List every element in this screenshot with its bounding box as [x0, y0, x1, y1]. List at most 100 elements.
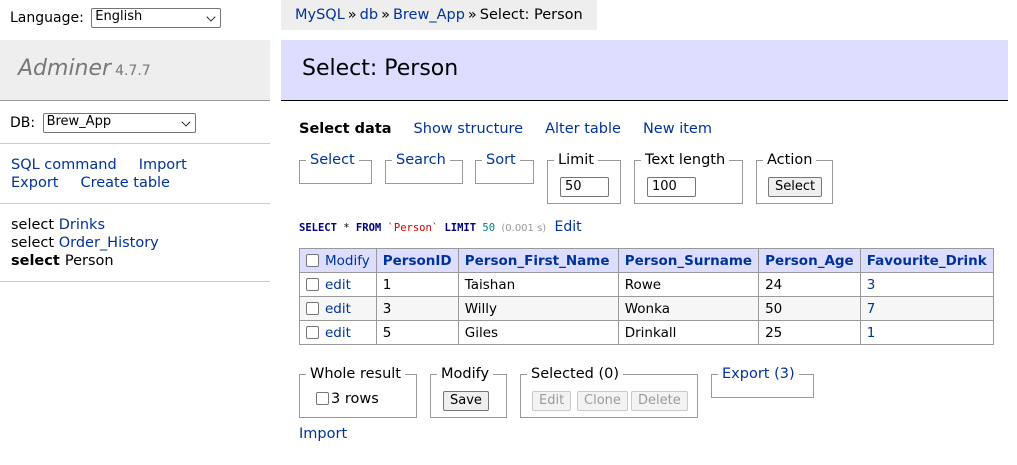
table-name-link[interactable]: Person [65, 253, 114, 269]
select-toggle[interactable]: Select [306, 151, 359, 169]
sort-toggle[interactable]: Sort [482, 151, 520, 169]
table-item-person: select Person [11, 252, 159, 270]
breadcrumb-mysql[interactable]: MySQL [295, 7, 345, 23]
foreign-key-link[interactable]: 3 [859, 272, 994, 297]
breadcrumb-separator: » [381, 7, 390, 23]
column-header[interactable]: Favourite_Drink [859, 248, 994, 273]
search-fieldset: Search [385, 151, 463, 184]
table-select-link[interactable]: select [11, 253, 60, 269]
query-time: (0.001 s) [501, 223, 547, 234]
table-row: edit 5 Giles Drinkall 25 1 [299, 320, 994, 345]
table-row: edit 1 Taishan Rowe 24 3 [299, 272, 994, 297]
search-toggle[interactable]: Search [392, 151, 450, 169]
table-cell: 25 [758, 320, 861, 345]
text-length-input[interactable]: 100 [647, 177, 696, 197]
table-row: edit 3 Willy Wonka 50 7 [299, 296, 994, 321]
edit-row-link[interactable]: edit [325, 325, 351, 341]
db-select[interactable]: Brew_App [42, 113, 196, 133]
foreign-key-link[interactable]: 7 [859, 296, 994, 321]
table-cell: Rowe [617, 272, 760, 297]
table-select-link[interactable]: select [11, 217, 54, 233]
sql-keyword: FROM [355, 222, 382, 234]
row-checkbox[interactable] [306, 277, 319, 291]
row-actions: edit [299, 296, 377, 321]
results-table: Modify PersonID Person_First_Name Person… [299, 248, 994, 345]
whole-result-checkbox[interactable] [316, 392, 329, 405]
limit-input[interactable]: 50 [560, 177, 609, 197]
foreign-key-link[interactable]: 1 [859, 320, 994, 345]
text-length-fieldset: Text length 100 [634, 151, 743, 204]
modify-header: Modify [299, 248, 377, 273]
edit-row-link[interactable]: edit [325, 277, 351, 293]
table-cell: 50 [758, 296, 861, 321]
db-label: DB: [10, 115, 36, 131]
language-select[interactable]: English [91, 8, 222, 28]
table-cell: Taishan [457, 272, 619, 297]
row-actions: edit [299, 320, 377, 345]
limit-fieldset: Limit 50 [547, 151, 621, 204]
text-length-label: Text length [641, 151, 730, 169]
sidebar-divider [0, 203, 270, 204]
alter-table-link[interactable]: Alter table [545, 121, 621, 137]
column-header[interactable]: PersonID [375, 248, 459, 273]
sql-limit-value: 50 [482, 222, 496, 234]
selected-fieldset: Selected (0) Edit Clone Delete [520, 365, 698, 418]
select-button[interactable]: Select [768, 177, 823, 197]
app-version: 4.7.7 [115, 63, 151, 79]
page-title: Select: Person [302, 56, 459, 81]
export-fieldset: Export (3) [711, 365, 814, 398]
sql-star: * [343, 222, 350, 234]
delete-button[interactable]: Delete [631, 391, 688, 411]
limit-label: Limit [554, 151, 598, 169]
export-toggle[interactable]: Export (3) [718, 365, 799, 383]
sql-query: SELECT * FROM `Person` LIMIT 50 (0.001 s… [299, 219, 582, 235]
breadcrumb-database[interactable]: Brew_App [393, 7, 465, 23]
save-button[interactable]: Save [443, 391, 489, 411]
db-selector-row: DB: Brew_App [10, 113, 196, 133]
sort-fieldset: Sort [475, 151, 534, 184]
edit-button[interactable]: Edit [532, 391, 572, 411]
breadcrumb-db[interactable]: db [360, 7, 378, 23]
logo-panel: Adminer 4.7.7 [0, 40, 270, 101]
table-cell: 3 [375, 296, 459, 321]
table-cell: 5 [375, 320, 459, 345]
select-data-link[interactable]: Select data [299, 121, 392, 137]
import-link[interactable]: Import [299, 426, 347, 442]
table-select-link[interactable]: select [11, 235, 54, 251]
import-link[interactable]: Import [139, 157, 187, 173]
sql-command-link[interactable]: SQL command [11, 157, 117, 173]
sidebar-links: SQL command Import Export Create table [11, 156, 209, 192]
row-checkbox[interactable] [306, 301, 319, 315]
action-label: Action [763, 151, 817, 169]
sql-keyword: LIMIT [444, 222, 477, 234]
table-cell: Wonka [617, 296, 760, 321]
clone-button[interactable]: Clone [577, 391, 628, 411]
table-item-order-history: select Order_History [11, 234, 159, 252]
table-header-row: Modify PersonID Person_First_Name Person… [299, 248, 994, 273]
language-label: Language: [10, 10, 84, 26]
edit-row-link[interactable]: edit [325, 301, 351, 317]
table-name-link[interactable]: Order_History [59, 235, 159, 251]
show-structure-link[interactable]: Show structure [414, 121, 524, 137]
app-name: Adminer [18, 56, 112, 81]
db-select-value: Brew_App [46, 114, 112, 129]
export-link[interactable]: Export [11, 175, 58, 191]
table-list: select Drinks select Order_History selec… [11, 216, 159, 270]
modify-fieldset: Modify Save [430, 365, 507, 418]
breadcrumb-separator: » [467, 7, 477, 23]
table-name-link[interactable]: Drinks [59, 217, 105, 233]
language-selector-row: Language: English [10, 8, 222, 28]
app-logo[interactable]: Adminer 4.7.7 [18, 56, 151, 81]
select-all-checkbox[interactable] [306, 253, 319, 267]
column-header[interactable]: Person_Surname [617, 248, 760, 273]
edit-query-link[interactable]: Edit [555, 219, 582, 235]
column-header[interactable]: Person_First_Name [457, 248, 619, 273]
whole-result-fieldset: Whole result 3 rows [299, 365, 417, 418]
new-item-link[interactable]: New item [643, 121, 712, 137]
chevron-down-icon [206, 12, 216, 22]
create-table-link[interactable]: Create table [80, 175, 170, 191]
column-header[interactable]: Person_Age [758, 248, 861, 273]
modify-fieldset-label: Modify [437, 365, 494, 383]
row-checkbox[interactable] [306, 325, 319, 339]
modify-label[interactable]: Modify [325, 253, 370, 269]
